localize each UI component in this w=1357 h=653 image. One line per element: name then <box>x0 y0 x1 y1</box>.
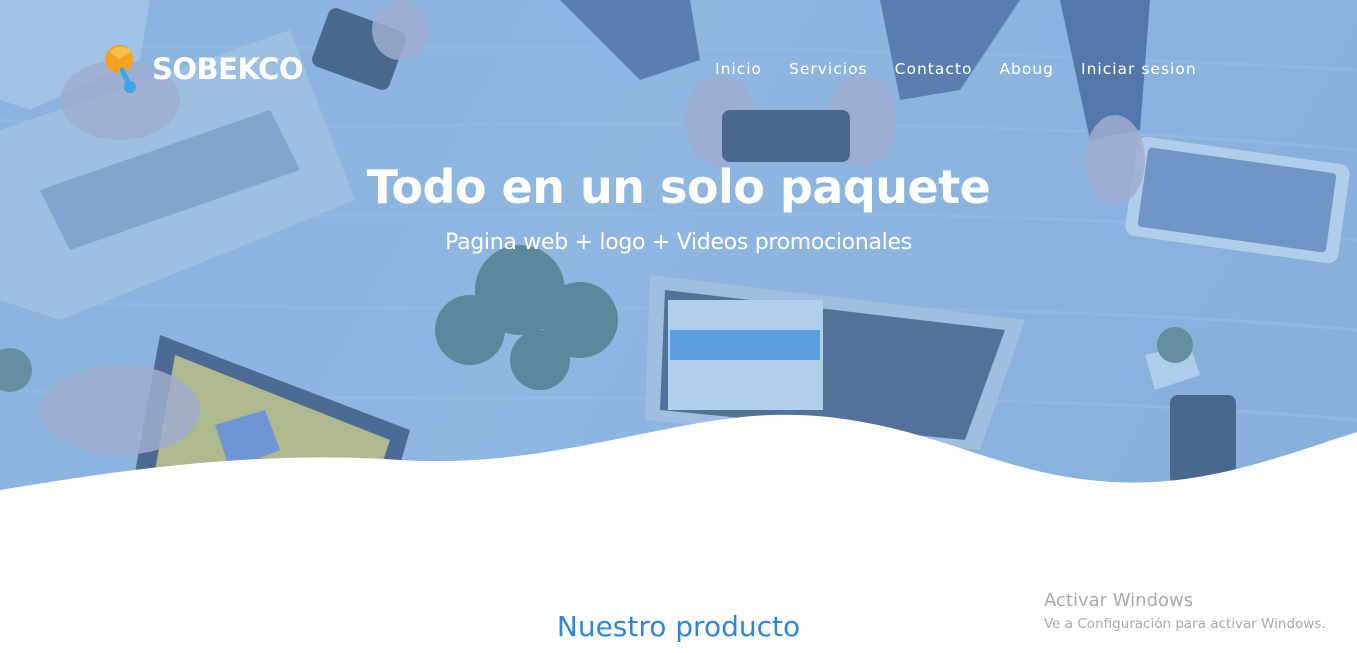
nav-link-about[interactable]: Aboug <box>999 60 1054 78</box>
brand-name: SOBEKCO <box>152 52 304 86</box>
landing-page: SOBEKCO Inicio Servicios Contacto Aboug … <box>0 0 1357 653</box>
main-nav: Inicio Servicios Contacto Aboug Iniciar … <box>715 60 1197 78</box>
nav-link-servicios[interactable]: Servicios <box>789 60 868 78</box>
windows-activation-watermark: Activar Windows Ve a Configuración para … <box>1044 589 1326 635</box>
watermark-title: Activar Windows <box>1044 590 1194 611</box>
lightbulb-logo-icon <box>105 45 136 93</box>
site-header: SOBEKCO Inicio Servicios Contacto Aboug … <box>0 0 1357 140</box>
brand-logo[interactable]: SOBEKCO <box>102 42 304 96</box>
nav-link-iniciar-sesion[interactable]: Iniciar sesion <box>1081 60 1197 78</box>
hero-subtitle: Pagina web + logo + Videos promocionales <box>445 230 912 255</box>
watermark-subtitle: Ve a Configuración para activar Windows. <box>1044 616 1326 632</box>
nav-link-contacto[interactable]: Contacto <box>895 60 973 78</box>
nav-link-inicio[interactable]: Inicio <box>715 60 762 78</box>
hero-title: Todo en un solo paquete <box>366 160 991 214</box>
